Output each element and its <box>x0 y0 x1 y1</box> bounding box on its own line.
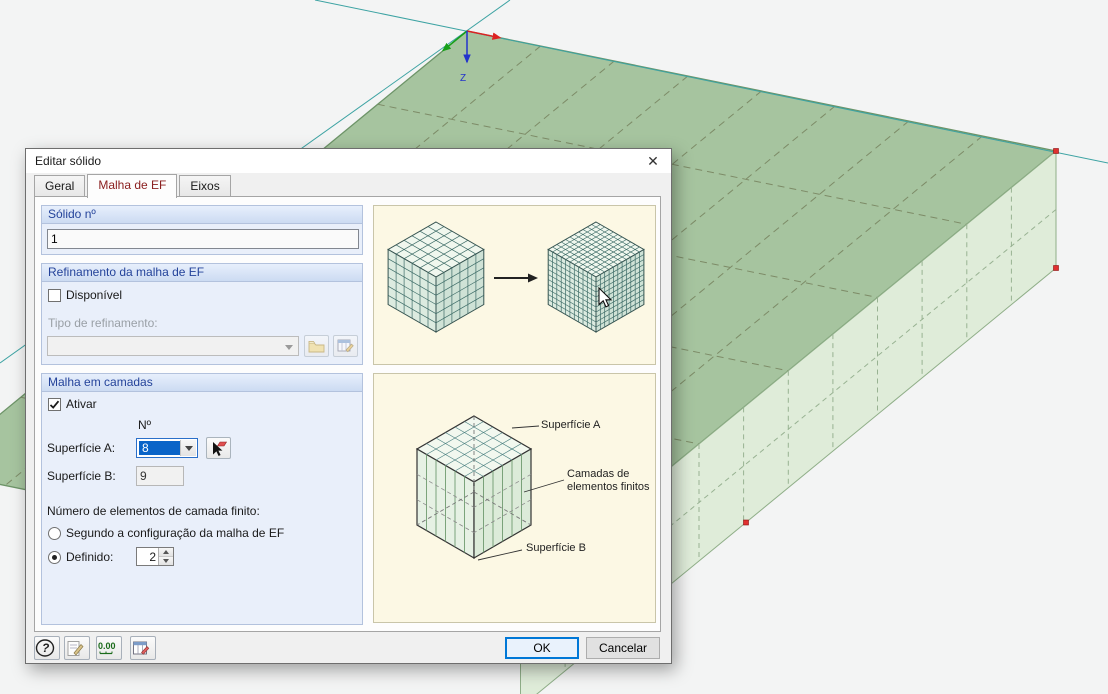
new-refinement-button <box>304 335 329 357</box>
cancel-button[interactable]: Cancelar <box>586 637 660 659</box>
edit-refinement-button <box>333 335 358 357</box>
spinner-buttons <box>158 548 173 565</box>
activate-checkbox[interactable] <box>48 397 61 411</box>
tab-panel: Sólido nº Refinamento da malha de EF Dis… <box>34 196 661 632</box>
check-icon <box>49 400 60 409</box>
help-button[interactable]: ? <box>34 636 60 660</box>
surface-a-annotation: Superfície A <box>541 419 601 431</box>
surface-a-value: 8 <box>139 441 180 455</box>
pick-surface-button[interactable] <box>206 437 231 459</box>
triangle-up-icon <box>163 547 169 554</box>
group-solid-number: Sólido nº <box>41 205 363 255</box>
available-checkbox-label: Disponível <box>66 288 123 302</box>
surface-b-annotation: Superfície B <box>526 542 586 554</box>
spinner-up-button[interactable] <box>159 548 173 556</box>
mesh-config-radio[interactable] <box>48 526 61 540</box>
close-button[interactable]: ✕ <box>635 153 671 170</box>
chevron-down-icon <box>285 345 293 354</box>
layers-annotation-line1: Camadas de <box>567 468 630 480</box>
svg-text:?: ? <box>42 641 50 655</box>
mesh-config-radio-label: Segundo a configuração da malha de EF <box>66 526 285 540</box>
layered-mesh-figure <box>415 415 565 561</box>
dialog-titlebar[interactable]: Editar sólido ✕ <box>26 149 671 173</box>
ok-button[interactable]: OK <box>505 637 579 659</box>
defined-option-row[interactable]: Definido: <box>48 550 113 564</box>
mesh-refinement-illustration <box>373 205 656 365</box>
defined-count-value: 2 <box>149 550 156 564</box>
tab-malha-de-ef[interactable]: Malha de EF <box>87 174 178 198</box>
decimal-places-icon: 0.00 <box>98 641 116 654</box>
surface-a-label: Superfície A: <box>47 441 116 455</box>
layers-annotation-line2: elementos finitos <box>567 481 650 493</box>
group-mesh-refinement-header: Refinamento da malha de EF <box>42 264 362 282</box>
z-axis-label: Z <box>460 73 466 84</box>
activate-checkbox-label: Ativar <box>66 397 97 411</box>
help-icon: ? <box>35 639 55 657</box>
svg-text:0.00: 0.00 <box>98 641 116 651</box>
layered-mesh-illustration: Superfície A Camadas de elementos finito… <box>373 373 656 623</box>
activate-checkbox-row[interactable]: Ativar <box>48 397 97 411</box>
surface-b-input <box>136 466 184 486</box>
edit-note-icon <box>67 640 84 656</box>
refinement-type-select <box>47 336 299 356</box>
defined-count-spinner[interactable]: 2 <box>136 547 174 566</box>
decimal-places-button[interactable]: 0.00 <box>96 636 122 660</box>
available-checkbox-row[interactable]: Disponível <box>48 288 122 302</box>
defined-radio[interactable] <box>48 550 61 564</box>
units-table-icon <box>133 641 150 655</box>
group-layered-mesh-header: Malha em camadas <box>42 374 362 392</box>
elements-count-label: Número de elementos de camada finito: <box>47 504 260 518</box>
group-mesh-refinement: Refinamento da malha de EF Disponível Ti… <box>41 263 363 365</box>
mesh-refinement-figure <box>387 221 645 333</box>
node-marker[interactable] <box>743 519 749 526</box>
number-column-label: Nº <box>138 418 152 432</box>
refinement-type-label: Tipo de refinamento: <box>48 316 158 330</box>
units-button[interactable] <box>130 636 156 660</box>
spinner-down-button[interactable] <box>159 556 173 565</box>
group-solid-number-header: Sólido nº <box>42 206 362 224</box>
pick-cursor-icon <box>213 441 228 456</box>
surface-a-dropdown-button[interactable] <box>180 440 196 456</box>
edit-table-icon <box>337 339 354 353</box>
edit-solid-dialog: Editar sólido ✕ Geral Malha de EF Eixos … <box>25 148 672 664</box>
defined-radio-label: Definido: <box>66 550 114 564</box>
mesh-config-option-row[interactable]: Segundo a configuração da malha de EF <box>48 526 284 540</box>
dialog-title: Editar sólido <box>35 154 102 168</box>
triangle-down-icon <box>163 559 169 566</box>
comment-button[interactable] <box>64 636 90 660</box>
solid-number-input[interactable] <box>47 229 359 249</box>
tab-strip: Geral Malha de EF Eixos <box>34 174 233 198</box>
tab-eixos[interactable]: Eixos <box>179 175 231 197</box>
tab-geral[interactable]: Geral <box>34 175 86 197</box>
new-folder-icon <box>308 340 325 353</box>
node-marker[interactable] <box>1053 148 1059 154</box>
surface-b-label: Superfície B: <box>47 469 116 483</box>
chevron-down-icon <box>184 445 193 455</box>
available-checkbox[interactable] <box>48 288 61 302</box>
surface-a-select[interactable]: 8 <box>136 438 198 458</box>
group-layered-mesh: Malha em camadas Ativar Nº Superfície A:… <box>41 373 363 625</box>
node-marker[interactable] <box>1053 265 1059 271</box>
